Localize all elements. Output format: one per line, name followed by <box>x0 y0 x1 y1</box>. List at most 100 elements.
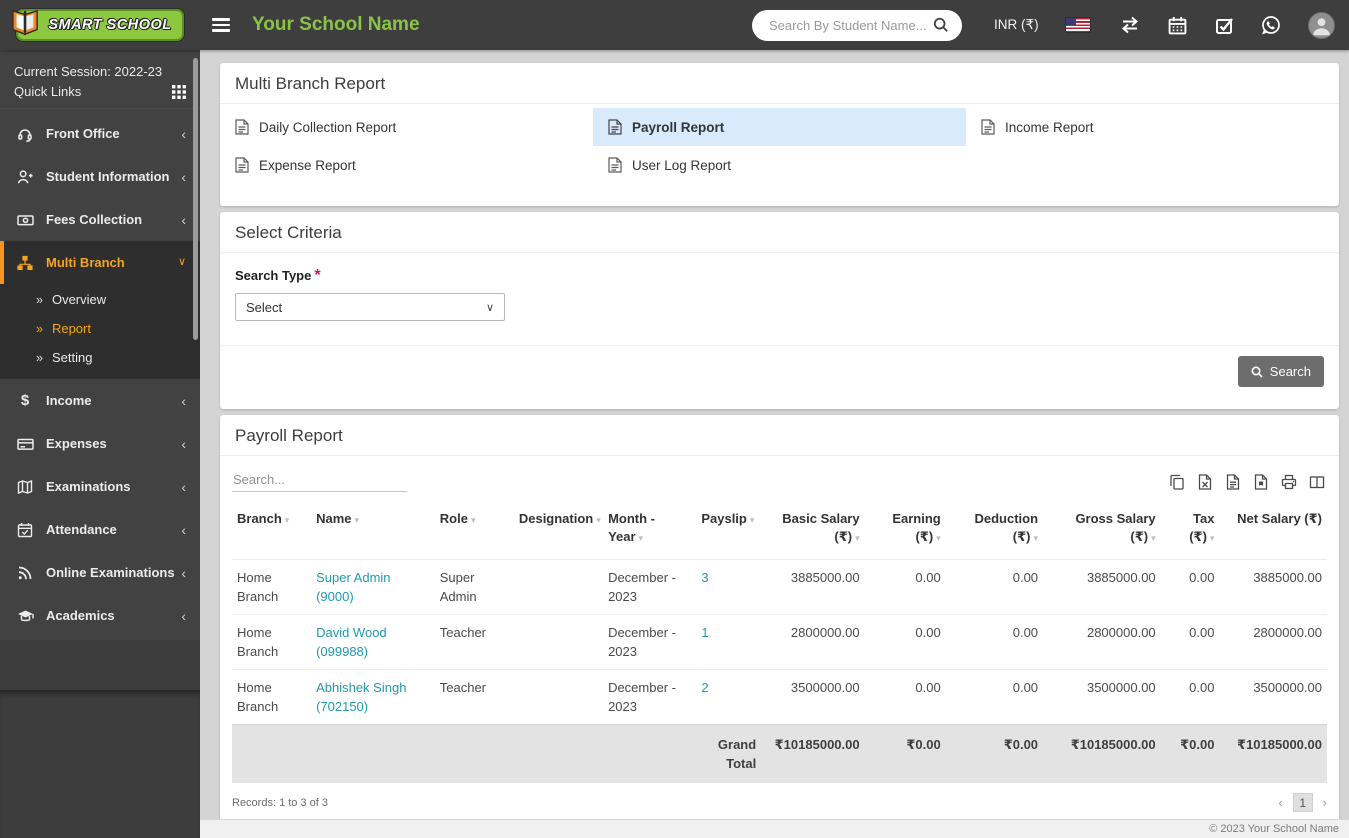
search-icon[interactable] <box>933 17 949 33</box>
panel-title: Select Criteria <box>220 212 1339 253</box>
sidebar-menu: Front Office ‹ Student Information ‹ <box>0 109 200 640</box>
pagination-next-icon[interactable]: › <box>1323 795 1327 810</box>
export-pdf-icon[interactable] <box>1251 472 1271 492</box>
sidebar-item-label: Academics <box>46 608 181 623</box>
headset-icon <box>16 126 34 142</box>
chevron-left-icon: ‹ <box>181 480 186 494</box>
sidebar-item-multi-branch[interactable]: Multi Branch ∨ <box>0 241 200 284</box>
sidebar-item-examinations[interactable]: Examinations ‹ <box>0 465 200 508</box>
export-excel-icon[interactable] <box>1195 472 1215 492</box>
sidebar-item-fees-collection[interactable]: Fees Collection ‹ <box>0 198 200 241</box>
exchange-arrows-icon[interactable] <box>1120 15 1140 35</box>
export-csv-icon[interactable] <box>1223 472 1243 492</box>
payslip-link[interactable]: 1 <box>701 625 708 640</box>
grid-icon[interactable] <box>172 85 186 99</box>
student-search-input[interactable] <box>769 10 927 41</box>
payslip-link[interactable]: 2 <box>701 680 708 695</box>
col-name[interactable]: Name▾ <box>311 500 435 560</box>
report-link-payroll[interactable]: Payroll Report <box>593 108 966 146</box>
table-toolbar <box>232 468 1327 492</box>
currency-label[interactable]: INR (₹) <box>994 17 1038 33</box>
cell-earning: 0.00 <box>865 560 946 615</box>
col-month-year[interactable]: Month - Year▾ <box>603 500 696 560</box>
col-earning[interactable]: Earning (₹)▾ <box>865 500 946 560</box>
sidebar-item-expenses[interactable]: Expenses ‹ <box>0 422 200 465</box>
double-angle-icon: » <box>36 293 43 307</box>
print-icon[interactable] <box>1279 472 1299 492</box>
cell-gross-salary: 3500000.00 <box>1043 670 1161 725</box>
calendar-check-icon <box>16 522 34 538</box>
cell-month-year: December - 2023 <box>603 560 696 615</box>
cell-branch: Home Branch <box>232 615 311 670</box>
report-link-expense[interactable]: Expense Report <box>220 146 593 184</box>
task-check-icon[interactable] <box>1214 15 1234 35</box>
chevron-left-icon: ‹ <box>181 437 186 451</box>
col-basic-salary[interactable]: Basic Salary (₹)▾ <box>761 500 864 560</box>
table-search-input[interactable] <box>232 468 407 492</box>
cell-net-salary: 3500000.00 <box>1219 670 1327 725</box>
sidebar-item-student-information[interactable]: Student Information ‹ <box>0 155 200 198</box>
payslip-link[interactable]: 3 <box>701 570 708 585</box>
col-deduction[interactable]: Deduction (₹)▾ <box>946 500 1043 560</box>
sidebar-item-lesson-plan[interactable]: Lesson Plan ‹ <box>0 637 200 640</box>
col-designation[interactable]: Designation▾ <box>514 500 603 560</box>
whatsapp-icon[interactable] <box>1261 15 1281 35</box>
sort-icon: ▾ <box>936 533 941 543</box>
cell-payslip: 3 <box>696 560 761 615</box>
report-link-user-log[interactable]: User Log Report <box>593 146 966 184</box>
sidebar-toggle-button[interactable] <box>212 18 230 32</box>
col-role[interactable]: Role▾ <box>435 500 514 560</box>
column-visibility-icon[interactable] <box>1307 472 1327 492</box>
sidebar-item-online-examinations[interactable]: Online Examinations ‹ <box>0 551 200 594</box>
col-payslip[interactable]: Payslip▾ <box>696 500 761 560</box>
current-session-label: Current Session: 2022-23 <box>0 50 200 84</box>
navbar-right-group: INR (₹) <box>752 10 1349 41</box>
dollar-icon: $ <box>16 393 34 408</box>
report-link-income[interactable]: Income Report <box>966 108 1339 146</box>
grand-total-net: ₹10185000.00 <box>1219 725 1327 784</box>
calendar-icon[interactable] <box>1167 15 1187 35</box>
sidebar-subitem-setting[interactable]: » Setting <box>0 343 200 372</box>
sidebar-item-attendance[interactable]: Attendance ‹ <box>0 508 200 551</box>
cell-branch: Home Branch <box>232 560 311 615</box>
sidebar-subitem-overview[interactable]: » Overview <box>0 285 200 314</box>
panel-title: Multi Branch Report <box>220 63 1339 104</box>
sidebar-item-academics[interactable]: Academics ‹ <box>0 594 200 637</box>
grand-total-row: Grand Total ₹10185000.00 ₹0.00 ₹0.00 ₹10… <box>232 725 1327 784</box>
table-row: Home Branch David Wood (099988) Teacher … <box>232 615 1327 670</box>
sort-icon: ▾ <box>855 533 860 543</box>
search-type-select[interactable]: Select ∨ <box>235 293 505 321</box>
pagination-page-1[interactable]: 1 <box>1293 793 1313 812</box>
user-avatar[interactable] <box>1308 12 1335 39</box>
app-logo[interactable]: SMART SCHOOL <box>0 0 200 50</box>
cell-role: Teacher <box>435 615 514 670</box>
report-link-label: Payroll Report <box>632 120 724 135</box>
sidebar-item-income[interactable]: $ Income ‹ <box>0 379 200 422</box>
employee-link[interactable]: Abhishek Singh (702150) <box>316 680 406 714</box>
sidebar-item-front-office[interactable]: Front Office ‹ <box>0 112 200 155</box>
sort-icon: ▾ <box>1210 533 1215 543</box>
employee-link[interactable]: David Wood (099988) <box>316 625 387 659</box>
col-gross-salary[interactable]: Gross Salary (₹)▾ <box>1043 500 1161 560</box>
cell-role: Super Admin <box>435 560 514 615</box>
select-criteria-panel: Select Criteria Search Type* Select ∨ Se… <box>220 212 1339 409</box>
copy-icon[interactable] <box>1167 472 1187 492</box>
sort-icon: ▾ <box>355 515 360 525</box>
chevron-left-icon: ‹ <box>181 170 186 184</box>
cell-tax: 0.00 <box>1161 670 1220 725</box>
language-flag-us-icon[interactable] <box>1066 18 1090 32</box>
sidebar-scrollbar[interactable] <box>193 58 198 340</box>
chevron-left-icon: ‹ <box>181 127 186 141</box>
employee-link[interactable]: Super Admin (9000) <box>316 570 390 604</box>
pagination-prev-icon[interactable]: ‹ <box>1278 795 1282 810</box>
col-tax[interactable]: Tax (₹)▾ <box>1161 500 1220 560</box>
money-icon <box>16 212 34 228</box>
sidebar-subitem-report[interactable]: » Report <box>0 314 200 343</box>
table-header-row: Branch▾ Name▾ Role▾ Designation▾ Month -… <box>232 500 1327 560</box>
graduation-cap-icon <box>16 608 34 624</box>
report-link-daily-collection[interactable]: Daily Collection Report <box>220 108 593 146</box>
col-branch[interactable]: Branch▾ <box>232 500 311 560</box>
search-button[interactable]: Search <box>1238 356 1324 387</box>
report-link-label: Income Report <box>1005 120 1094 135</box>
col-net-salary[interactable]: Net Salary (₹) <box>1219 500 1327 560</box>
